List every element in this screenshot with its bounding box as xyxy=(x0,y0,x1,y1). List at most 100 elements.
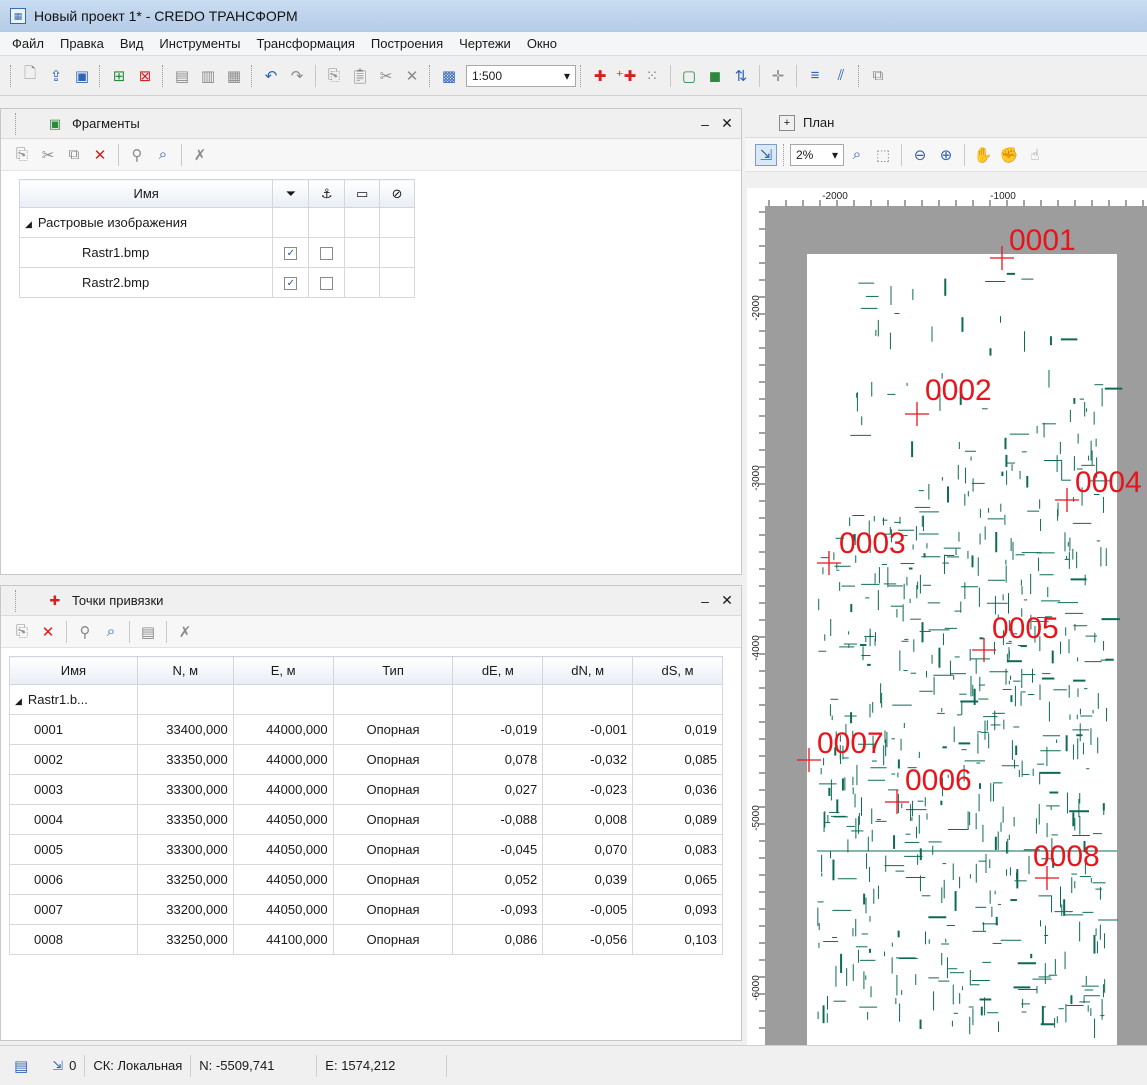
plan-canvas[interactable]: -2000 -1000 -2000 -3000 -4000 -5000 -6000 0001 0… xyxy=(747,188,1147,1045)
table-row[interactable]: 0001 33400,000 44000,000 Опорная -0,019 -0,00… xyxy=(9,714,723,745)
table-row[interactable]: 0006 33250,000 44050,000 Опорная 0,052 0,039 0… xyxy=(9,864,723,895)
column-e[interactable]: E, м xyxy=(232,656,334,685)
redo-icon[interactable]: ↷ xyxy=(286,65,308,87)
menu-constructions[interactable]: Построения xyxy=(363,34,451,53)
point-de: 0,052 xyxy=(452,864,544,895)
frame-fill-icon[interactable]: ◼ xyxy=(704,65,726,87)
copy-icon[interactable]: ⎘ xyxy=(11,621,33,643)
attachment-icon[interactable]: ⊘ xyxy=(379,179,415,208)
delete-icon[interactable]: ✕ xyxy=(89,144,111,166)
table-row[interactable]: 0004 33350,000 44050,000 Опорная -0,088 0,008… xyxy=(9,804,723,835)
menu-tools[interactable]: Инструменты xyxy=(151,34,248,53)
scale-select[interactable]: 1:500 ▾ xyxy=(466,64,576,87)
binoculars-icon[interactable]: ⚲ xyxy=(74,621,96,643)
layers-icon[interactable]: ▤ xyxy=(14,1057,28,1075)
column-de[interactable]: dE, м xyxy=(452,656,544,685)
filter-icon[interactable]: ⏷ xyxy=(272,179,310,208)
cut-icon[interactable]: ✂ xyxy=(37,144,59,166)
anchor-checkbox[interactable] xyxy=(320,247,334,261)
copy-icon[interactable]: ⎘ xyxy=(323,65,345,87)
pan-drag-icon[interactable]: ✊ xyxy=(998,144,1020,166)
column-n[interactable]: N, м xyxy=(136,656,234,685)
add-points-icon[interactable]: ⁺✚ xyxy=(615,65,637,87)
tools-icon[interactable]: ✗ xyxy=(189,144,211,166)
zoom-to-icon[interactable]: ⌕ xyxy=(152,144,174,166)
undo-icon[interactable]: ↶ xyxy=(260,65,282,87)
align-icon[interactable]: ≡ xyxy=(804,65,826,87)
layer-copy-icon[interactable]: ▥ xyxy=(197,65,219,87)
open-file-icon[interactable]: ⇪ xyxy=(45,65,67,87)
collapse-icon[interactable]: ◢ xyxy=(25,219,32,229)
anchor-icon[interactable]: ⚓ xyxy=(308,179,346,208)
plan-tab-icon[interactable]: + xyxy=(779,114,795,131)
table-row[interactable]: 0007 33200,000 44050,000 Опорная -0,093 -0,00… xyxy=(9,894,723,925)
cursor-tool-icon[interactable]: ⇲ xyxy=(755,143,777,166)
column-name[interactable]: Имя xyxy=(18,179,274,208)
column-ds[interactable]: dS, м xyxy=(632,656,723,685)
comment-icon[interactable]: ▭ xyxy=(344,179,381,208)
zoom-to-icon[interactable]: ⌕ xyxy=(100,621,122,643)
column-type[interactable]: Тип xyxy=(332,656,454,685)
add-point-icon[interactable]: ✚ xyxy=(589,65,611,87)
transform-icon[interactable]: ⇅ xyxy=(730,65,752,87)
table-row[interactable]: Rastr1.bmp ✓ xyxy=(18,237,415,268)
layer-icon[interactable]: ▤ xyxy=(171,65,193,87)
save-icon[interactable]: ▣ xyxy=(71,65,93,87)
paste-icon[interactable]: ⧉ xyxy=(63,144,85,166)
zoom-extent-icon[interactable]: ⬚ xyxy=(872,144,894,166)
zoom-window-icon[interactable]: ⌕ xyxy=(846,144,868,166)
table-row[interactable]: 0002 33350,000 44000,000 Опорная 0,078 -0,032… xyxy=(9,744,723,775)
close-icon[interactable]: ✕ xyxy=(719,592,735,609)
menu-drawings[interactable]: Чертежи xyxy=(451,34,519,53)
delete-icon[interactable]: ✕ xyxy=(37,621,59,643)
minimize-icon[interactable]: – xyxy=(697,593,713,609)
slant-icon[interactable]: ⫽ xyxy=(830,65,852,87)
pan-new-icon[interactable]: ☝ xyxy=(1024,144,1046,166)
column-dn[interactable]: dN, м xyxy=(542,656,634,685)
point-e: 44050,000 xyxy=(232,804,334,835)
menu-window[interactable]: Окно xyxy=(519,34,565,53)
panel-grip xyxy=(15,589,18,612)
anchor-checkbox[interactable] xyxy=(320,277,334,291)
menu-view[interactable]: Вид xyxy=(112,34,152,53)
minimize-icon[interactable]: – xyxy=(697,116,713,132)
new-file-icon[interactable]: 🗋 xyxy=(19,65,41,87)
visible-checkbox[interactable]: ✓ xyxy=(284,247,298,261)
window-title: Новый проект 1* - CREDO ТРАНСФОРМ xyxy=(34,8,298,24)
table-row[interactable]: 0008 33250,000 44100,000 Опорная 0,086 -0,056… xyxy=(9,924,723,955)
table-row[interactable]: Rastr2.bmp ✓ xyxy=(18,267,415,298)
import-icon[interactable]: ⊞ xyxy=(108,65,130,87)
cut-icon[interactable]: ✂ xyxy=(375,65,397,87)
visible-checkbox[interactable]: ✓ xyxy=(284,277,298,291)
main-toolbar: 🗋 ⇪ ▣ ⊞ ⊠ ▤ ▥ ▦ ↶ ↷ ⎘ 📋︎ ✂ ✕ ▩ 1:500 ▾ ✚… xyxy=(0,56,1147,96)
copy-icon[interactable]: ⎘ xyxy=(11,144,33,166)
zoom-out-icon[interactable]: ⊖ xyxy=(909,144,931,166)
column-name[interactable]: Имя xyxy=(9,656,138,685)
group-row[interactable]: ◢ Rastr1.b... xyxy=(9,684,723,715)
binoculars-icon[interactable]: ⚲ xyxy=(126,144,148,166)
menu-edit[interactable]: Правка xyxy=(52,34,112,53)
delete-icon[interactable]: ✕ xyxy=(401,65,423,87)
close-icon[interactable]: ✕ xyxy=(719,115,735,132)
export-icon[interactable]: ⊠ xyxy=(134,65,156,87)
pan-icon[interactable]: ✋ xyxy=(972,144,994,166)
snap-icon[interactable]: ✛ xyxy=(767,65,789,87)
toolbar-separator xyxy=(964,143,965,166)
collapse-icon[interactable]: ◢ xyxy=(15,696,22,706)
point-grid-icon[interactable]: ⁙ xyxy=(641,65,663,87)
tools-icon[interactable]: ✗ xyxy=(174,621,196,643)
scale-settings-icon[interactable]: ▩ xyxy=(438,65,460,87)
table-row[interactable]: 0003 33300,000 44000,000 Опорная 0,027 -0,023… xyxy=(9,774,723,805)
zoom-in-icon[interactable]: ⊕ xyxy=(935,144,957,166)
menu-file[interactable]: Файл xyxy=(4,34,52,53)
layer-paste-icon[interactable]: ▦ xyxy=(223,65,245,87)
zoom-select[interactable]: 2% ▾ xyxy=(790,143,844,166)
menu-transform[interactable]: Трансформация xyxy=(248,34,362,53)
more-icon[interactable]: ⧉ xyxy=(867,65,889,87)
toolbar-grip xyxy=(162,64,165,87)
frame-icon[interactable]: ▢ xyxy=(678,65,700,87)
group-row[interactable]: ◢ Растровые изображения xyxy=(18,207,415,238)
table-row[interactable]: 0005 33300,000 44050,000 Опорная -0,045 0,070… xyxy=(9,834,723,865)
table-icon[interactable]: ▤ xyxy=(137,621,159,643)
paste-icon[interactable]: 📋︎ xyxy=(349,65,371,87)
